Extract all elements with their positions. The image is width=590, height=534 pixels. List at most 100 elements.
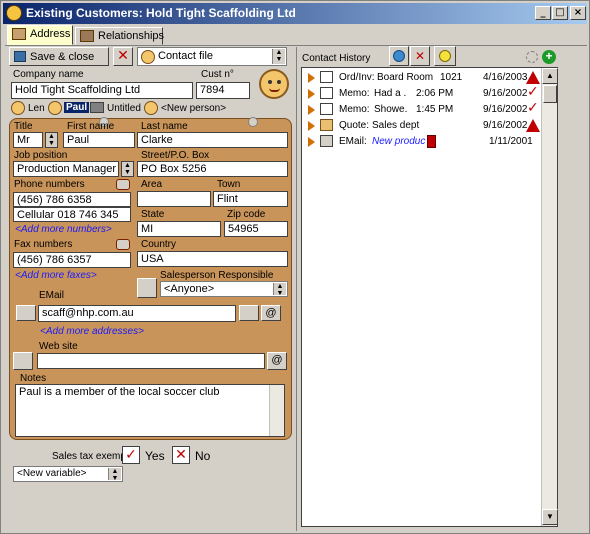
street-field[interactable]: PO Box 5256 xyxy=(137,161,288,177)
person-untitled[interactable]: Untitled xyxy=(107,103,141,114)
history-row-description: Board Room xyxy=(377,72,434,83)
notes-label: Notes xyxy=(20,373,47,384)
email-at-icon[interactable]: @ xyxy=(261,305,281,321)
job-position-field[interactable]: Production Manager xyxy=(13,161,119,177)
history-scrollbar[interactable]: ▲ ▼ xyxy=(541,68,558,526)
history-row-description: Showe. xyxy=(374,104,408,115)
history-row-type: Quote: xyxy=(339,120,370,131)
town-field[interactable]: Flint xyxy=(213,191,288,207)
history-row[interactable]: Memo: Had a . 2:06 PM 9/16/2002 ✓ xyxy=(302,84,542,102)
contact-face-icon xyxy=(141,50,155,64)
warning-icon xyxy=(526,71,540,84)
phone-icon[interactable] xyxy=(116,179,130,190)
last-name-label: Last name xyxy=(141,121,188,132)
salesperson-select[interactable]: <Anyone> ▲ ▼ xyxy=(160,281,288,297)
tab-relationships-label: Relationships xyxy=(98,30,165,42)
minimize-button[interactable]: _ xyxy=(535,6,551,20)
person-details-panel: Title Mr ▲ ▼ First name Paul Last name Cl… xyxy=(9,117,292,440)
title-field[interactable]: Mr xyxy=(13,132,43,148)
fax-icon[interactable] xyxy=(116,239,130,250)
job-position-label: Job position xyxy=(14,150,68,161)
memo-icon xyxy=(320,103,333,115)
globe-shape xyxy=(393,50,405,62)
area-label: Area xyxy=(141,179,163,190)
email-list-icon[interactable] xyxy=(239,305,259,321)
phone-field-1[interactable]: (456) 786 6358 xyxy=(13,192,131,207)
history-row[interactable]: Memo: Showe. 1:45 PM 9/16/2002 ✓ xyxy=(302,100,542,118)
customer-number-label: Cust n° xyxy=(201,69,234,80)
person-paul[interactable]: Paul xyxy=(64,102,90,113)
history-delete-icon[interactable]: ✕ xyxy=(410,46,430,66)
web-site-label: Web site xyxy=(39,341,78,352)
web-at-icon[interactable]: @ xyxy=(267,352,287,370)
town-label: Town xyxy=(217,179,241,190)
tab-relationships[interactable]: Relationships xyxy=(75,27,165,45)
new-person-link[interactable]: <New person> xyxy=(161,103,226,114)
close-button[interactable]: × xyxy=(570,6,586,20)
salesperson-face-icon[interactable] xyxy=(137,278,157,298)
save-close-button[interactable]: Save & close xyxy=(9,47,109,66)
scroll-thumb[interactable] xyxy=(543,85,557,103)
zip-code-field[interactable]: 54965 xyxy=(224,221,288,237)
company-name-field[interactable]: Hold Tight Scaffolding Ltd xyxy=(11,82,193,99)
add-history-icon[interactable]: + xyxy=(542,50,556,64)
scroll-up-icon[interactable]: ▲ xyxy=(542,68,558,84)
face-eye-left xyxy=(268,80,272,84)
web-globe-icon[interactable] xyxy=(13,352,33,370)
tax-exempt-no-checkbox[interactable]: ✕ xyxy=(172,446,190,464)
email-card-icon[interactable] xyxy=(16,305,36,321)
customer-number-field[interactable]: 7894 xyxy=(196,82,250,99)
state-field[interactable]: MI xyxy=(137,221,221,237)
memo-icon xyxy=(320,87,333,99)
notes-scrollbar[interactable] xyxy=(269,385,284,436)
notes-text: Paul is a member of the local soccer clu… xyxy=(19,386,220,398)
web-site-field[interactable] xyxy=(37,353,265,369)
history-row[interactable]: Quote: Sales dept 9/16/2002 xyxy=(302,118,542,134)
add-faxes-link[interactable]: <Add more faxes> xyxy=(15,270,97,281)
history-row-extra: 2:06 PM xyxy=(416,88,454,99)
fax-field[interactable]: (456) 786 6357 xyxy=(13,252,131,268)
add-addresses-link[interactable]: <Add more addresses> xyxy=(40,326,144,337)
history-search-icon[interactable] xyxy=(434,46,456,66)
contact-file-select[interactable]: Contact file ▲ ▼ xyxy=(137,47,287,66)
phone-numbers-label: Phone numbers xyxy=(14,179,85,190)
phone-field-2[interactable]: Cellular 018 746 345 xyxy=(13,207,131,222)
area-field[interactable] xyxy=(137,191,211,207)
tab-address[interactable]: Address xyxy=(7,25,73,45)
customer-window: Existing Customers: Hold Tight Scaffoldi… xyxy=(0,0,590,534)
last-name-field[interactable]: Clarke xyxy=(137,132,288,148)
email-field[interactable]: scaff@nhp.com.au xyxy=(38,305,236,322)
history-row-description: Had a . xyxy=(374,88,407,99)
tab-address-label: Address xyxy=(30,28,71,40)
people-icon xyxy=(80,30,94,42)
tax-exempt-yes-checkbox[interactable]: ✓ xyxy=(122,446,140,464)
tax-exempt-label: Sales tax exempt xyxy=(52,451,129,462)
history-row-date: 9/16/2002 xyxy=(483,88,528,99)
history-row-type: Memo: xyxy=(339,88,370,99)
history-globe-icon[interactable] xyxy=(389,46,409,66)
scroll-down-icon[interactable]: ▼ xyxy=(542,509,558,525)
person-paul-icon xyxy=(48,101,62,115)
history-row-date: 4/16/2003 xyxy=(483,72,528,83)
tax-exempt-yes-label: Yes xyxy=(145,449,165,463)
title-dropdown-icon[interactable]: ▲ ▼ xyxy=(45,132,58,148)
job-dropdown-icon[interactable]: ▲ ▼ xyxy=(121,161,134,177)
add-numbers-link[interactable]: <Add more numbers> xyxy=(15,224,112,235)
country-field[interactable]: USA xyxy=(137,251,288,267)
face-mouth xyxy=(269,88,280,92)
customer-face-icon[interactable] xyxy=(259,69,289,99)
person-len[interactable]: Len xyxy=(28,103,45,114)
expand-arrow-icon xyxy=(308,105,315,115)
new-variable-select[interactable]: <New variable> ▲ ▼ xyxy=(13,466,123,482)
history-row[interactable]: Ord/Inv: Board Room 1021 4/16/2003 xyxy=(302,70,542,86)
delete-button[interactable]: ✕ xyxy=(113,47,133,66)
history-row-date: 1/11/2001 xyxy=(489,136,533,147)
maximize-button[interactable]: □ xyxy=(552,6,568,20)
salesperson-value: <Anyone> xyxy=(164,283,215,295)
first-name-field[interactable]: Paul xyxy=(63,132,135,148)
notes-field[interactable]: Paul is a member of the local soccer clu… xyxy=(15,384,285,437)
title-label: Title xyxy=(14,121,33,132)
title-bar[interactable]: Existing Customers: Hold Tight Scaffoldi… xyxy=(3,3,587,24)
history-row[interactable]: EMail: New produc 1/11/2001 xyxy=(302,134,542,150)
panel-ring-right xyxy=(248,117,258,127)
